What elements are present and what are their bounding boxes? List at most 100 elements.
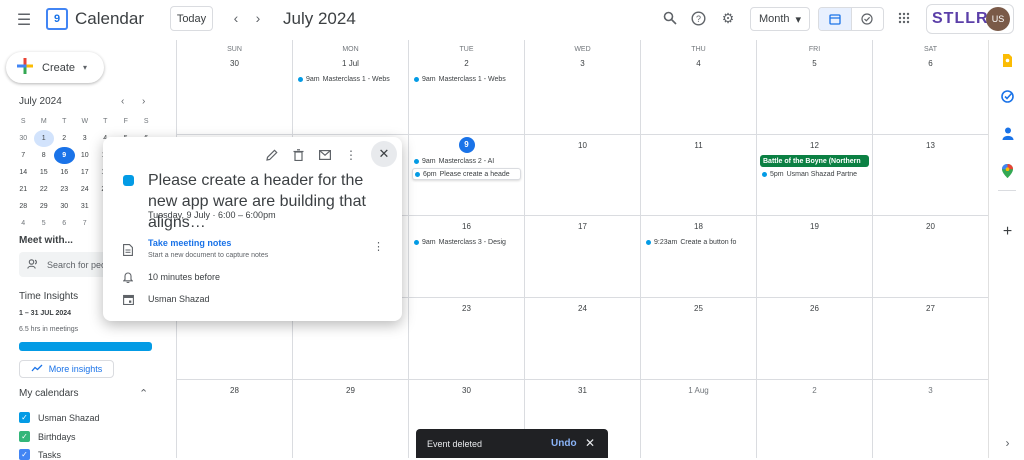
mini-day[interactable]: 17 [75,164,96,181]
day-number[interactable]: 23 [409,304,524,313]
day-cell[interactable]: FRI 5 [757,40,873,135]
day-number[interactable]: 28 [177,386,292,395]
day-number[interactable]: 12 [757,141,872,150]
day-number[interactable]: 27 [873,304,988,313]
mini-day[interactable]: 23 [54,181,75,198]
day-number[interactable]: 25 [641,304,756,313]
calendar-item[interactable]: ✓ Birthdays [19,431,76,442]
settings-gear-icon[interactable]: ⚙ [719,9,737,27]
day-cell[interactable]: WED 3 [525,40,641,135]
day-cell[interactable]: SAT 6 [873,40,989,135]
edit-pencil-icon[interactable] [264,147,280,163]
day-number[interactable]: 2 [409,59,524,68]
day-number[interactable]: 11 [641,141,756,150]
undo-button[interactable]: Undo [551,438,577,449]
expand-panel-icon[interactable]: › [1001,436,1014,450]
create-button[interactable]: Create ▾ [6,52,104,83]
calendar-view-icon[interactable] [819,8,852,30]
mini-day[interactable]: 14 [13,164,34,181]
day-cell[interactable]: SUN 30 [177,40,293,135]
keep-icon[interactable] [1001,54,1014,67]
mini-prev-icon[interactable]: ‹ [121,96,124,107]
mini-day[interactable]: 2 [54,130,75,147]
day-number[interactable]: 26 [757,304,872,313]
maps-icon[interactable] [1001,163,1014,178]
day-cell[interactable]: 2 [757,380,873,458]
day-cell[interactable]: 28 [177,380,293,458]
chevron-up-icon[interactable]: ⌃ [139,387,148,400]
day-cell[interactable]: 20 [873,216,989,298]
delete-trash-icon[interactable] [290,147,306,163]
day-number[interactable]: 2 [757,386,872,395]
mini-day[interactable]: 7 [13,147,34,164]
day-number[interactable]: 31 [525,386,640,395]
mini-day-today[interactable]: 9 [54,147,75,164]
chevron-right-icon[interactable]: › [250,9,266,27]
main-menu-icon[interactable]: ☰ [12,8,36,32]
day-cell[interactable]: 10 [525,135,641,216]
mini-day[interactable]: 28 [13,198,34,215]
more-insights-button[interactable]: More insights [19,360,114,378]
help-icon[interactable]: ? [689,9,707,27]
day-number[interactable]: 13 [873,141,988,150]
day-cell[interactable]: 17 [525,216,641,298]
mini-day[interactable]: 3 [75,130,96,147]
search-people-input[interactable]: Search for people [19,252,109,277]
calendar-item[interactable]: ✓ Usman Shazad [19,412,100,423]
day-cell[interactable]: 13 [873,135,989,216]
day-number[interactable]: 1 Jul [293,59,408,68]
mini-next-icon[interactable]: › [142,96,145,107]
close-icon[interactable]: ✕ [371,141,397,167]
more-options-icon[interactable]: ⋮ [343,147,359,163]
day-number[interactable]: 3 [525,59,640,68]
day-cell[interactable]: 24 [525,298,641,380]
day-cell[interactable]: 16 9am Masterclass 3 - Desig [409,216,525,298]
day-cell[interactable]: 1 Aug [641,380,757,458]
day-number[interactable]: 20 [873,222,988,231]
day-cell[interactable]: 23 [409,298,525,380]
day-cell[interactable]: 27 [873,298,989,380]
my-calendars-title[interactable]: My calendars [19,388,78,399]
event-chip[interactable]: 9am Masterclass 3 - Desig [412,236,521,248]
day-number[interactable]: 24 [525,304,640,313]
day-number[interactable]: 5 [757,59,872,68]
event-chip[interactable]: 9am Masterclass 1 - Webs [412,73,521,85]
mini-day[interactable]: 4 [13,215,34,232]
day-cell[interactable]: 9 9am Masterclass 2 - AI 6pm Please crea… [409,135,525,216]
calendar-item[interactable]: ✓ Tasks [19,449,61,460]
day-cell[interactable]: MON 1 Jul 9am Masterclass 1 - Webs [293,40,409,135]
day-cell[interactable]: TUE 2 9am Masterclass 1 - Webs [409,40,525,135]
mini-day[interactable]: 22 [34,181,55,198]
day-cell[interactable]: 3 [873,380,989,458]
event-chip[interactable]: 9:23am Create a button fo [644,236,753,248]
mini-day[interactable]: 21 [13,181,34,198]
day-number-today[interactable]: 9 [409,137,524,153]
account-brand-chip[interactable]: STLLR US [926,4,1014,34]
event-chip[interactable]: 5pm Usman Shazad Partne [760,168,869,180]
day-number[interactable]: 18 [641,222,756,231]
day-number[interactable]: 16 [409,222,524,231]
event-chip-selected[interactable]: 6pm Please create a heade [412,168,521,180]
checkbox-checked-icon[interactable]: ✓ [19,412,30,423]
day-number[interactable]: 29 [293,386,408,395]
apps-grid-icon[interactable] [895,9,913,27]
day-cell[interactable]: 19 [757,216,873,298]
day-number[interactable]: 3 [873,386,988,395]
add-addon-icon[interactable]: + [1001,223,1014,240]
mini-day[interactable]: 15 [34,164,55,181]
day-number[interactable]: 10 [525,141,640,150]
view-select[interactable]: Month ▾ [750,7,810,31]
checkbox-checked-icon[interactable]: ✓ [19,449,30,460]
day-number[interactable]: 4 [641,59,756,68]
checkbox-checked-icon[interactable]: ✓ [19,431,30,442]
contacts-icon[interactable] [1001,127,1014,140]
mini-day[interactable]: 16 [54,164,75,181]
search-icon[interactable] [661,9,679,27]
day-cell[interactable]: 26 [757,298,873,380]
day-cell[interactable]: THU 4 [641,40,757,135]
mini-day[interactable]: 5 [34,215,55,232]
mini-day[interactable]: 29 [34,198,55,215]
notes-more-options-icon[interactable]: ⋮ [373,240,384,253]
email-envelope-icon[interactable] [317,147,333,163]
mini-day[interactable]: 30 [13,130,34,147]
